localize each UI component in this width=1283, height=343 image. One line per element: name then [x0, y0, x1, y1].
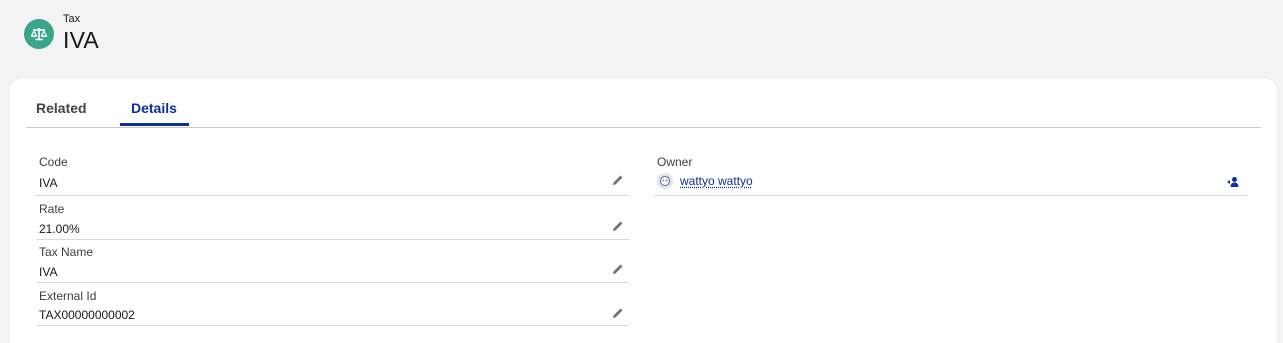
user-avatar-icon	[657, 173, 673, 189]
pencil-icon[interactable]	[611, 173, 625, 187]
change-owner-icon[interactable]	[1225, 175, 1239, 189]
tab-bar: Related Details	[26, 79, 1261, 128]
pencil-icon[interactable]	[611, 219, 625, 233]
active-tab-indicator	[120, 123, 189, 126]
field-rate: Rate 21.00%	[36, 202, 629, 240]
tab-related[interactable]: Related	[36, 100, 87, 116]
field-value: TAX00000000002	[39, 308, 135, 322]
tab-details[interactable]: Details	[131, 100, 177, 116]
field-value: 21.00%	[39, 222, 80, 236]
field-value: IVA	[39, 265, 57, 279]
pencil-icon[interactable]	[611, 306, 625, 320]
owner-link[interactable]: wattyo wattyo	[680, 174, 753, 188]
field-code: Code IVA	[36, 155, 629, 196]
field-label: External Id	[39, 289, 96, 303]
record-detail-card: Related Details Code IVA Rate 21.00% Tax…	[10, 79, 1277, 343]
field-label: Rate	[39, 202, 64, 216]
field-label: Code	[39, 155, 68, 169]
record-header: Tax IVA	[24, 10, 99, 56]
scales-icon	[24, 19, 54, 49]
page-title: IVA	[63, 27, 99, 53]
field-label: Owner	[657, 155, 692, 169]
field-external-id: External Id TAX00000000002	[36, 289, 629, 326]
field-owner: Owner wattyo wattyo	[654, 155, 1247, 196]
pencil-icon[interactable]	[611, 262, 625, 276]
field-label: Tax Name	[39, 245, 93, 259]
object-type-label: Tax	[63, 13, 99, 26]
field-value: IVA	[39, 176, 57, 190]
field-tax-name: Tax Name IVA	[36, 245, 629, 283]
